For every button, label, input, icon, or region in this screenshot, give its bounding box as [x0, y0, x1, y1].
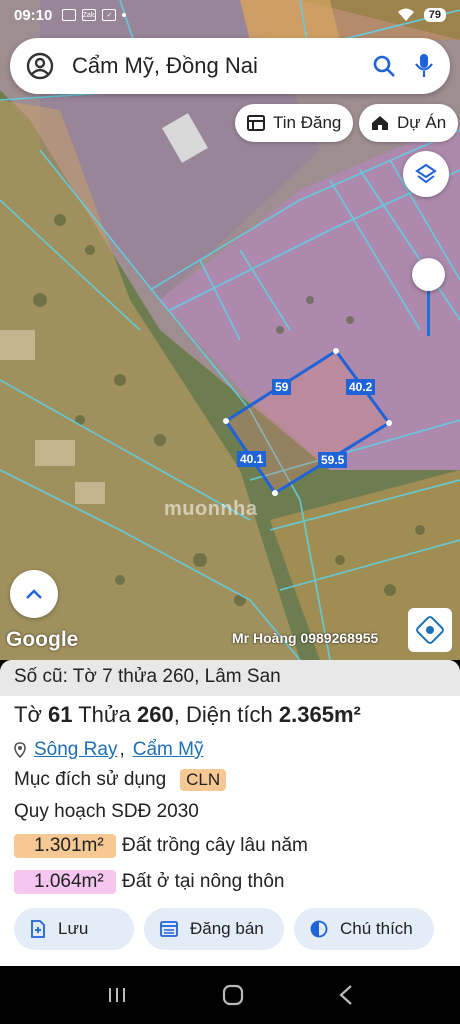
district-link[interactable]: Cẩm Mỹ	[133, 739, 204, 761]
recent-apps-icon[interactable]	[106, 985, 128, 1005]
area-label: Diện tích	[185, 702, 273, 727]
location-pin-icon	[14, 742, 26, 758]
home-icon	[372, 116, 388, 130]
battery-icon: 79	[423, 8, 446, 22]
microphone-icon[interactable]	[414, 53, 434, 79]
screenshot-icon	[62, 9, 77, 21]
contact-label: Mr Hoàng 0989268955	[232, 630, 379, 646]
save-button[interactable]: Lưu	[14, 908, 134, 950]
legend-button[interactable]: Chú thích	[294, 908, 434, 950]
home-icon[interactable]	[221, 983, 245, 1007]
projects-label: Dự Án	[397, 113, 447, 132]
layers-icon	[415, 163, 437, 184]
parcel-info-panel: Số cũ: Tờ 7 thửa 260, Lâm San Tờ 61 Thửa…	[0, 660, 460, 966]
listing-icon	[160, 921, 178, 937]
plot-edge-label: 40.1	[237, 451, 267, 467]
satellite-imagery	[0, 0, 460, 660]
search-icon[interactable]	[372, 54, 396, 78]
wifi-icon	[397, 8, 414, 21]
area-value: 2.365m²	[278, 702, 361, 727]
legend-label: Chú thích	[340, 919, 413, 938]
parcel-label: Thửa	[78, 702, 131, 727]
land-use-label: Mục đích sử dụng	[14, 769, 167, 790]
action-bar: Lưu Đăng bán Chú thích	[14, 908, 434, 950]
zalo-icon: Zalo	[82, 9, 97, 21]
status-bar: 09:10 Zalo ✓ 79	[0, 0, 460, 30]
brand-icon	[416, 616, 444, 644]
google-logo: Google	[6, 628, 79, 651]
back-icon[interactable]	[338, 984, 354, 1006]
zone-row: 1.064m² Đất ở tại nông thôn	[0, 864, 460, 900]
zone-area: 1.301m²	[14, 834, 116, 858]
search-bar[interactable]: Cẩm Mỹ, Đồng Nai	[10, 38, 450, 94]
dot-icon	[122, 13, 127, 17]
plot-edge-label: 59	[272, 379, 292, 395]
location-row: Sông Ray , Cẩm Mỹ	[0, 732, 460, 764]
sheet-label: Tờ	[14, 702, 42, 727]
search-input[interactable]: Cẩm Mỹ, Đồng Nai	[72, 53, 372, 79]
land-use-badge: CLN	[180, 769, 227, 791]
zone-area: 1.064m²	[14, 870, 116, 894]
layers-button[interactable]	[403, 151, 449, 197]
account-icon[interactable]	[26, 52, 54, 80]
contrast-icon	[310, 920, 328, 938]
add-file-icon	[31, 920, 45, 938]
expand-up-button[interactable]	[10, 570, 58, 618]
check-icon: ✓	[102, 9, 117, 21]
plot-edge-label: 40.2	[346, 379, 376, 395]
zone-desc: Đất ở tại nông thôn	[122, 871, 285, 892]
projects-chip[interactable]: Dự Án	[359, 104, 459, 142]
plot-edge-label: 59.5	[318, 452, 348, 468]
save-label: Lưu	[58, 919, 89, 938]
opacity-slider-knob[interactable]	[412, 258, 445, 291]
planning-label: Quy hoạch SDĐ 2030	[14, 801, 199, 822]
listings-chip[interactable]: Tin Đăng	[235, 104, 354, 142]
land-use-row: Mục đích sử dụng CLN	[0, 764, 460, 796]
parcel-summary: Tờ 61 Thửa 260, Diện tích 2.365m²	[14, 702, 361, 727]
parcel-number: 260	[136, 702, 174, 727]
post-sale-button[interactable]: Đăng bán	[144, 908, 284, 950]
sheet-number: 61	[48, 702, 73, 727]
watermark: muonnha	[164, 498, 258, 520]
old-parcel-row: Số cũ: Tờ 7 thửa 260, Lâm San	[0, 660, 460, 696]
system-nav-bar	[0, 966, 460, 1024]
brand-logo[interactable]	[408, 608, 452, 652]
zone-row: 1.301m² Đất trồng cây lâu năm	[0, 828, 460, 864]
table-icon	[247, 115, 265, 131]
zone-desc: Đất trồng cây lâu năm	[122, 835, 308, 856]
listings-label: Tin Đăng	[273, 113, 342, 132]
post-sale-label: Đăng bán	[190, 919, 264, 938]
chevron-up-icon	[26, 589, 42, 599]
commune-link[interactable]: Sông Ray	[34, 739, 117, 761]
clock: 09:10	[14, 6, 53, 24]
map-view[interactable]: 59 40.2 40.1 59.5 muonnha 09:10 Zalo ✓ 7…	[0, 0, 460, 660]
